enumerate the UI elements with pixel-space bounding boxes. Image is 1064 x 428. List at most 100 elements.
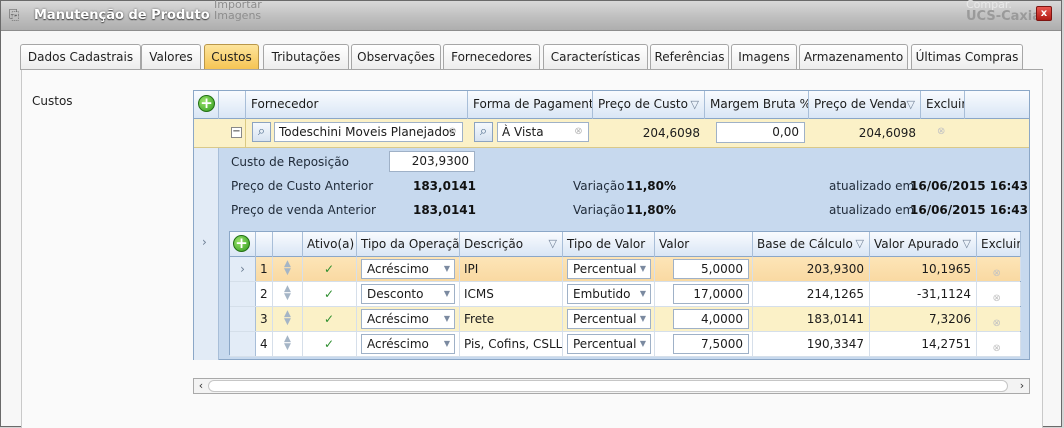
window-title: Manutenção de Produto: [34, 8, 210, 23]
custo-reposicao-input[interactable]: 203,9300: [389, 151, 475, 172]
reorder-icon[interactable]: ▲ ▼: [281, 260, 295, 277]
valor-input[interactable]: 4,0000: [673, 309, 749, 329]
scrollbar-thumb[interactable]: [208, 380, 1008, 392]
filter-icon[interactable]: ▽: [856, 232, 864, 256]
chevron-down-icon: ▼: [443, 314, 450, 323]
collapse-icon[interactable]: −: [231, 127, 242, 138]
chevron-down-icon: ▼: [443, 264, 450, 273]
tipo-valor-select[interactable]: Embutido ▼: [567, 284, 651, 304]
operation-row[interactable]: 2 ▲ ▼ ✓ Desconto ▼ ICMS Embutido ▼ 17,0000 …: [230, 282, 1021, 307]
atualizado-label: atualizado em: [829, 203, 915, 217]
tipo-valor-value: Percentual: [573, 262, 637, 276]
ativo-checkbox[interactable]: ✓: [323, 338, 336, 351]
col-header-excluir-sub[interactable]: Excluir: [977, 232, 1021, 257]
margem-bruta-input[interactable]: 0,00: [716, 122, 805, 143]
title-bar[interactable]: ⎘ Manutenção de Produto Importar Imagens…: [1, 0, 1061, 31]
manutencao-produto-window: ⎘ Manutenção de Produto Importar Imagens…: [0, 0, 1062, 428]
col-header-valor-apurado[interactable]: Valor Apurado ▽: [870, 232, 977, 257]
operation-row[interactable]: 3 ▲ ▼ ✓ Acréscimo ▼ Frete Percentual ▼ 4,00…: [230, 307, 1021, 332]
preco-venda-value: 204,6098: [858, 126, 916, 140]
scroll-left-icon[interactable]: ‹: [194, 379, 208, 393]
tipo-operacao-select[interactable]: Acréscimo ▼: [361, 259, 455, 279]
tipo-operacao-select[interactable]: Acréscimo ▼: [361, 334, 455, 354]
filter-icon[interactable]: ▽: [907, 91, 915, 118]
col-header-forma-pagamento[interactable]: Forma de Pagamento: [468, 91, 593, 119]
tipo-valor-select[interactable]: Percentual ▼: [567, 334, 651, 354]
clear-icon[interactable]: ⊗: [446, 126, 459, 139]
preco-custo-anterior-value: 183,0141: [412, 179, 476, 193]
valor-input[interactable]: 17,0000: [673, 284, 749, 304]
excluir-cell: ⊗: [977, 332, 1021, 356]
delete-icon[interactable]: ⊗: [993, 312, 1001, 331]
ativo-checkbox[interactable]: ✓: [323, 288, 336, 301]
col-header-base-calculo[interactable]: Base de Cálculo ▽: [753, 232, 870, 257]
tab-imagens[interactable]: Imagens: [731, 44, 797, 70]
col-header-tipo-operacao[interactable]: Tipo da Operação: [357, 232, 460, 257]
delete-icon[interactable]: ⊗: [993, 287, 1001, 306]
custos-grid: + Fornecedor Forma de Pagamento Preço de…: [193, 90, 1030, 360]
excluir-cell: ⊗: [977, 282, 1021, 306]
tab-dados-cadastrais[interactable]: Dados Cadastrais: [20, 44, 141, 70]
delete-icon[interactable]: ⊗: [993, 337, 1001, 356]
tab-valores[interactable]: Valores: [141, 44, 201, 70]
supplier-search-button[interactable]: ⌕: [252, 122, 271, 142]
col-header-tipo-valor[interactable]: Tipo de Valor: [563, 232, 655, 257]
ativo-cell: ✓: [303, 307, 357, 331]
tab-observacoes[interactable]: Observações: [351, 44, 441, 70]
col-header-fornecedor[interactable]: Fornecedor: [246, 91, 468, 119]
operation-row[interactable]: 4 ▲ ▼ ✓ Acréscimo ▼ Pis, Cofins, CSLL Perc…: [230, 332, 1021, 357]
valor-input[interactable]: 5,0000: [673, 259, 749, 279]
valor-input[interactable]: 7,5000: [673, 334, 749, 354]
add-operation-button[interactable]: +: [233, 235, 250, 252]
clear-icon[interactable]: ⊗: [572, 126, 585, 139]
filter-icon[interactable]: ▽: [549, 232, 557, 256]
background-ghost-label: Importar Imagens: [214, 0, 262, 22]
expand-arrow-icon[interactable]: ›: [202, 235, 207, 249]
reorder-cell: ▲ ▼: [273, 282, 303, 306]
tab-armazenamento[interactable]: Armazenamento: [799, 44, 908, 70]
ativo-cell: ✓: [303, 282, 357, 306]
tipo-valor-select[interactable]: Percentual ▼: [567, 259, 651, 279]
tab-referencias[interactable]: Referências: [650, 44, 729, 70]
payment-field[interactable]: À Vista ⊗: [497, 122, 589, 142]
row-collapse-cell: −: [219, 119, 246, 147]
reorder-icon[interactable]: ▲ ▼: [281, 335, 295, 352]
ativo-cell: ✓: [303, 332, 357, 356]
operation-row[interactable]: › 1 ▲ ▼ ✓ Acréscimo ▼ IPI Percentual ▼ 5,00…: [230, 257, 1021, 282]
tab-tributacoes[interactable]: Tributações: [263, 44, 349, 70]
col-header-preco-custo[interactable]: Preço de Custo ▽: [593, 91, 705, 119]
col-header-valor[interactable]: Valor: [655, 232, 753, 257]
filter-icon[interactable]: ▽: [691, 91, 699, 118]
tab-custos[interactable]: Custos: [204, 44, 259, 71]
tipo-operacao-select[interactable]: Acréscimo ▼: [361, 309, 455, 329]
reorder-icon[interactable]: ▲ ▼: [281, 285, 295, 302]
scroll-right-icon[interactable]: ›: [1015, 379, 1029, 393]
tab-caracteristicas[interactable]: Características: [543, 44, 648, 70]
tab-ultimas-compras[interactable]: Últimas Compras: [911, 44, 1023, 70]
base-calculo-cell: 190,3347: [753, 332, 870, 356]
ativo-checkbox[interactable]: ✓: [323, 313, 336, 326]
tipo-operacao-select[interactable]: Desconto ▼: [361, 284, 455, 304]
close-button[interactable]: x: [1036, 6, 1052, 21]
subgrid-header: + Ativo(a) Tipo da Operação Descrição ▽ …: [230, 232, 1021, 257]
tab-fornecedores[interactable]: Fornecedores: [443, 44, 540, 70]
supplier-field[interactable]: Todeschini Moveis Planejados ⊗: [274, 122, 463, 142]
filter-icon[interactable]: ▽: [963, 232, 971, 256]
tipo-operacao-value: Acréscimo: [367, 312, 429, 326]
col-header-margem-bruta[interactable]: Margem Bruta %: [705, 91, 809, 119]
delete-icon[interactable]: ⊗: [937, 126, 945, 137]
horizontal-scrollbar[interactable]: ‹ ›: [193, 378, 1030, 394]
reorder-icon[interactable]: ▲ ▼: [281, 310, 295, 327]
delete-icon[interactable]: ⊗: [993, 262, 1001, 281]
add-supplier-button[interactable]: +: [198, 95, 215, 112]
col-header-excluir[interactable]: Excluir: [921, 91, 965, 119]
valor-cell: 5,0000: [655, 257, 753, 281]
ativo-checkbox[interactable]: ✓: [323, 263, 336, 276]
payment-search-button[interactable]: ⌕: [474, 122, 493, 142]
col-header-preco-venda[interactable]: Preço de Venda ▽: [809, 91, 921, 119]
supplier-row[interactable]: − ⌕ Todeschini Moveis Planejados ⊗ ⌕ À V…: [194, 119, 1029, 148]
preco-custo-anterior-label: Preço de Custo Anterior: [231, 179, 374, 193]
col-header-descricao[interactable]: Descrição ▽: [460, 232, 563, 257]
col-header-ativo[interactable]: Ativo(a): [303, 232, 357, 257]
tipo-valor-select[interactable]: Percentual ▼: [567, 309, 651, 329]
